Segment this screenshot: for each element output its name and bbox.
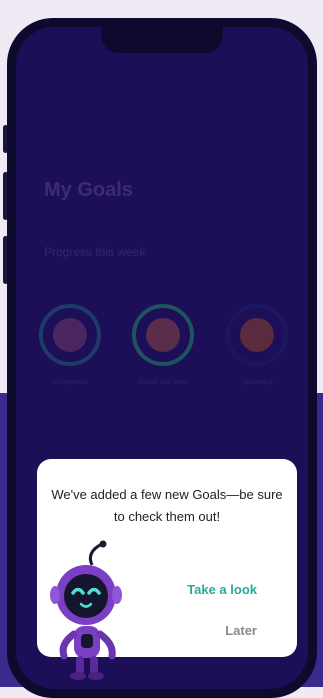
page-title: My Goals <box>44 179 133 201</box>
robot-mascot-icon <box>50 540 122 680</box>
goal-icon <box>53 318 87 352</box>
later-button[interactable]: Later <box>225 623 257 638</box>
goal-ring-2[interactable] <box>132 304 194 366</box>
goal-ring-1[interactable] <box>39 304 101 366</box>
goal-label-2: Added this week <box>137 379 189 386</box>
dialog-message: We've added a few new Goals—be sure to c… <box>51 487 283 524</box>
page-subtitle: Progress this week <box>44 245 146 259</box>
goal-label-3: Upcoming <box>241 379 273 386</box>
goal-icon <box>240 318 274 352</box>
take-a-look-button[interactable]: Take a look <box>187 582 257 597</box>
goal-icon <box>146 318 180 352</box>
phone-notch <box>101 27 223 53</box>
goal-label-1: Completed <box>53 379 87 386</box>
goal-ring-3[interactable] <box>226 304 288 366</box>
